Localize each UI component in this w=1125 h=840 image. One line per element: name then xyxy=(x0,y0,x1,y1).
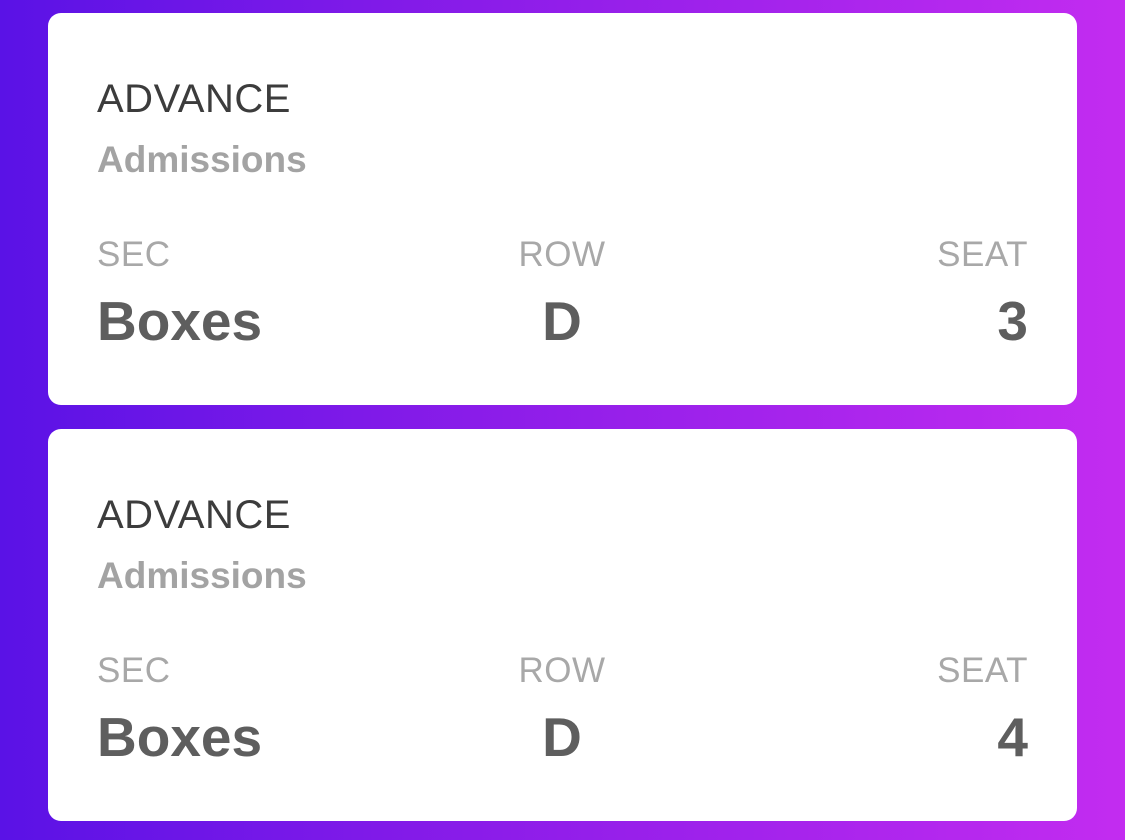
row-label: ROW xyxy=(518,235,606,274)
ticket-type: ADVANCE xyxy=(97,77,291,121)
section-value: Boxes xyxy=(97,290,263,352)
row-info: ROW D xyxy=(397,651,727,767)
row-label: ROW xyxy=(518,651,606,690)
section-value: Boxes xyxy=(97,706,263,768)
row-value: D xyxy=(542,290,582,352)
seat-info: SEAT 3 xyxy=(698,235,1028,351)
seat-info: SEAT 4 xyxy=(698,651,1028,767)
row-info: ROW D xyxy=(397,235,727,351)
section-info: SEC Boxes xyxy=(97,235,427,351)
ticket-type: ADVANCE xyxy=(97,493,291,537)
seat-value: 3 xyxy=(997,290,1028,352)
row-value: D xyxy=(542,706,582,768)
ticket-card[interactable]: ADVANCE Admissions SEC Boxes ROW D SEAT … xyxy=(48,13,1077,405)
seat-label: SEAT xyxy=(937,235,1028,274)
seat-label: SEAT xyxy=(937,651,1028,690)
section-label: SEC xyxy=(97,235,171,274)
seat-value: 4 xyxy=(997,706,1028,768)
ticket-card[interactable]: ADVANCE Admissions SEC Boxes ROW D SEAT … xyxy=(48,429,1077,821)
ticket-subtitle: Admissions xyxy=(97,139,307,180)
ticket-subtitle: Admissions xyxy=(97,555,307,596)
section-info: SEC Boxes xyxy=(97,651,427,767)
section-label: SEC xyxy=(97,651,171,690)
